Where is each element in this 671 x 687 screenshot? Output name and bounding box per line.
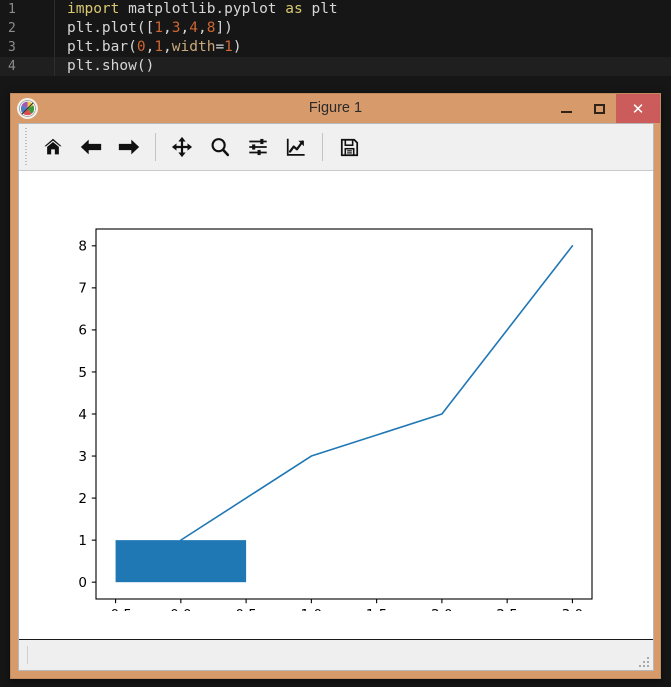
y-tick-label: 3 xyxy=(78,449,87,465)
code-line-text: plt.plot([1,3,4,8]) xyxy=(55,19,233,38)
line-number: 1 xyxy=(0,0,55,19)
code-token: , xyxy=(197,20,207,36)
maximize-icon xyxy=(594,103,605,114)
code-token: as xyxy=(285,1,303,17)
y-tick-label: 1 xyxy=(78,533,87,549)
code-line[interactable]: 2 plt.plot([1,3,4,8]) xyxy=(0,19,671,38)
matplotlib-plot[interactable]: −0.5 0.0 0.5 1.0 1.5 2.0 2.5 3.0 0 1 2 3 4 5 6 7 8 xyxy=(19,171,653,611)
x-tick-label: −0.5 xyxy=(99,607,132,611)
forward-button[interactable] xyxy=(110,128,148,166)
code-token: , xyxy=(163,39,172,55)
code-token: 0 xyxy=(136,39,146,55)
code-line[interactable]: 3 plt.bar(0,1,width=1) xyxy=(0,38,671,57)
save-floppy-icon xyxy=(340,138,358,156)
line-number: 4 xyxy=(0,57,55,76)
matplotlib-navigation-toolbar[interactable] xyxy=(19,124,653,171)
code-token: 4 xyxy=(189,20,198,36)
code-token: 1 xyxy=(224,39,233,55)
edit-parameters-button[interactable] xyxy=(277,128,315,166)
back-arrow-icon xyxy=(80,139,102,155)
maximize-button[interactable] xyxy=(583,94,616,123)
toolbar-separator xyxy=(322,133,323,161)
close-button[interactable]: ✕ xyxy=(616,94,660,123)
resize-grip[interactable] xyxy=(637,655,649,667)
code-token: ]) xyxy=(215,20,233,36)
y-tick-label: 7 xyxy=(78,281,87,297)
code-line-text: plt.bar(0,1,width=1) xyxy=(55,38,242,57)
figure-canvas[interactable]: −0.5 0.0 0.5 1.0 1.5 2.0 2.5 3.0 0 1 2 3 4 5 6 7 8 xyxy=(19,171,653,639)
code-token: plt.plot([ xyxy=(67,20,155,36)
x-tick-label: 1.0 xyxy=(301,607,322,611)
window-body: −0.5 0.0 0.5 1.0 1.5 2.0 2.5 3.0 0 1 2 3 4 5 6 7 8 xyxy=(18,123,654,671)
code-token: 3 xyxy=(171,20,181,36)
code-line-text: import matplotlib.pyplot as plt xyxy=(55,0,338,19)
y-tick-label: 4 xyxy=(78,407,87,423)
x-tick-label: 1.5 xyxy=(366,607,387,611)
code-token: import xyxy=(67,1,120,17)
x-tick-label: 0.5 xyxy=(235,607,256,611)
code-token: ) xyxy=(232,39,242,55)
y-tick-label: 0 xyxy=(78,575,87,591)
configure-subplots-button[interactable] xyxy=(239,128,277,166)
y-tick-label: 6 xyxy=(78,323,87,339)
edit-axis-curve-icon xyxy=(286,138,305,156)
code-token: plt.show() xyxy=(67,58,155,74)
code-token: , xyxy=(145,39,155,55)
zoom-magnifier-icon xyxy=(211,138,230,157)
matplotlib-logo-icon xyxy=(17,98,38,119)
minimize-button[interactable] xyxy=(550,94,583,123)
code-token: width xyxy=(171,39,216,55)
y-tick-label: 8 xyxy=(78,239,87,255)
minimize-icon xyxy=(561,111,572,113)
code-line-text: plt.show() xyxy=(55,57,154,76)
home-icon xyxy=(44,138,62,155)
y-tick-label: 2 xyxy=(78,491,87,507)
x-tick-label: 2.5 xyxy=(496,607,517,611)
x-tick-label: 3.0 xyxy=(562,607,583,611)
y-tick-label: 5 xyxy=(78,365,87,381)
code-line[interactable]: 4 plt.show() xyxy=(0,57,671,76)
x-tick-label: 2.0 xyxy=(431,607,452,611)
toolbar-drag-grip[interactable] xyxy=(23,128,31,166)
line-number: 2 xyxy=(0,19,55,38)
back-button[interactable] xyxy=(72,128,110,166)
code-token: , xyxy=(180,20,190,36)
pan-button[interactable] xyxy=(163,128,201,166)
code-token: plt.bar( xyxy=(67,39,137,55)
code-lines[interactable]: 1 import matplotlib.pyplot as plt 2 plt.plo… xyxy=(0,0,671,76)
code-token: plt xyxy=(302,1,338,17)
figure-window[interactable]: Figure 1 ✕ 0 1 2 3 4 5 6 7 8 xyxy=(10,93,661,679)
code-token: 1 xyxy=(154,39,164,55)
code-token: matplotlib.pyplot xyxy=(119,1,286,17)
code-token: 1 xyxy=(154,20,164,36)
pan-move-icon xyxy=(171,136,193,158)
configure-subplots-sliders-icon xyxy=(249,138,267,156)
toolbar-separator xyxy=(155,133,156,161)
line-number: 3 xyxy=(0,38,55,57)
code-line[interactable]: 1 import matplotlib.pyplot as plt xyxy=(0,0,671,19)
window-controls: ✕ xyxy=(550,94,660,123)
bar-rect xyxy=(115,540,247,583)
save-button[interactable] xyxy=(330,128,368,166)
forward-arrow-icon xyxy=(118,139,140,155)
code-token: = xyxy=(215,39,225,55)
x-tick-label: 0.0 xyxy=(170,607,191,611)
zoom-button[interactable] xyxy=(201,128,239,166)
window-titlebar[interactable]: Figure 1 ✕ xyxy=(11,94,660,123)
status-bar xyxy=(19,639,653,670)
code-token: , xyxy=(163,20,172,36)
home-button[interactable] xyxy=(34,128,72,166)
status-divider xyxy=(27,646,28,664)
